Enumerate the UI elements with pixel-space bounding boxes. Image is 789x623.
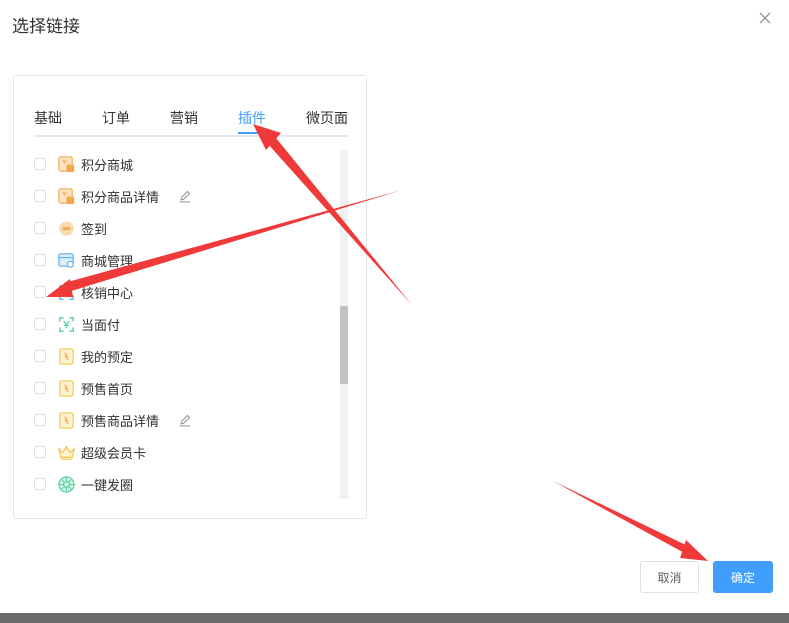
list-item[interactable]: 一键发圈 [14, 474, 334, 494]
item-checkbox[interactable] [34, 414, 46, 426]
list-item[interactable]: 当面付 [14, 314, 334, 334]
item-label: 商城管理 [81, 254, 134, 270]
background-page-strip [0, 613, 789, 623]
tab-plugins[interactable]: 插件 [238, 108, 266, 128]
arrow-head-confirm-button [680, 540, 708, 561]
my-booking-icon [59, 347, 74, 365]
item-checkbox[interactable] [34, 318, 46, 330]
item-label: 当面付 [81, 318, 121, 334]
tab-orders[interactable]: 订单 [102, 108, 130, 128]
confirm-button[interactable]: 确定 [713, 561, 773, 593]
item-label: 积分商城 [81, 158, 134, 174]
item-checkbox[interactable] [34, 222, 46, 234]
item-checkbox[interactable] [34, 190, 46, 202]
item-label: 积分商品详情 [81, 190, 160, 206]
list-item[interactable]: 预售商品详情 [14, 410, 334, 430]
list-item[interactable]: 签到 [14, 218, 334, 238]
item-label: 一键发圈 [81, 478, 134, 494]
link-panel: 基础 订单 营销 插件 微页面 积分商城 积分商品详情 签到 商城管理 核销中心… [13, 75, 367, 519]
arrow-to-confirm-button [553, 481, 692, 555]
item-label: 预售商品详情 [81, 414, 160, 430]
list-item[interactable]: 积分商品详情 [14, 186, 334, 206]
list-item[interactable]: 超级会员卡 [14, 442, 334, 462]
item-checkbox[interactable] [34, 286, 46, 298]
list-item[interactable]: 核销中心 [14, 282, 334, 302]
cancel-button[interactable]: 取消 [640, 561, 699, 593]
share-circle-icon [58, 475, 75, 493]
presale-home-icon [59, 379, 74, 397]
scrollbar-thumb[interactable] [340, 306, 348, 384]
tab-micro-page[interactable]: 微页面 [306, 108, 348, 128]
item-label: 预售首页 [81, 382, 134, 398]
crown-icon [57, 445, 76, 460]
dialog-title: 选择链接 [12, 17, 80, 37]
tab-bar: 基础 订单 营销 插件 微页面 [34, 105, 349, 137]
presale-goods-icon [59, 411, 74, 429]
edit-icon[interactable] [178, 413, 192, 427]
item-checkbox[interactable] [34, 478, 46, 490]
item-label: 核销中心 [81, 286, 134, 302]
points-goods-icon [58, 187, 75, 204]
item-checkbox[interactable] [34, 254, 46, 266]
tab-basic[interactable]: 基础 [34, 108, 62, 128]
item-label: 签到 [81, 222, 108, 238]
close-icon[interactable] [757, 10, 773, 26]
item-checkbox[interactable] [34, 350, 46, 362]
edit-icon[interactable] [178, 189, 192, 203]
list-item[interactable]: 我的预定 [14, 346, 334, 366]
list-item[interactable]: 积分商城 [14, 154, 334, 174]
item-checkbox[interactable] [34, 158, 46, 170]
sign-in-icon [59, 220, 74, 236]
list-item[interactable]: 商城管理 [14, 250, 334, 270]
item-checkbox[interactable] [34, 446, 46, 458]
item-label: 我的预定 [81, 350, 134, 366]
item-checkbox[interactable] [34, 382, 46, 394]
face-pay-icon [59, 316, 74, 332]
points-mall-icon [58, 155, 75, 172]
list-item[interactable]: 预售首页 [14, 378, 334, 398]
mall-manage-icon [58, 252, 74, 268]
active-tab-indicator [238, 132, 268, 134]
item-label: 超级会员卡 [81, 446, 147, 462]
verify-center-icon [59, 284, 74, 300]
tab-marketing[interactable]: 营销 [170, 108, 198, 128]
